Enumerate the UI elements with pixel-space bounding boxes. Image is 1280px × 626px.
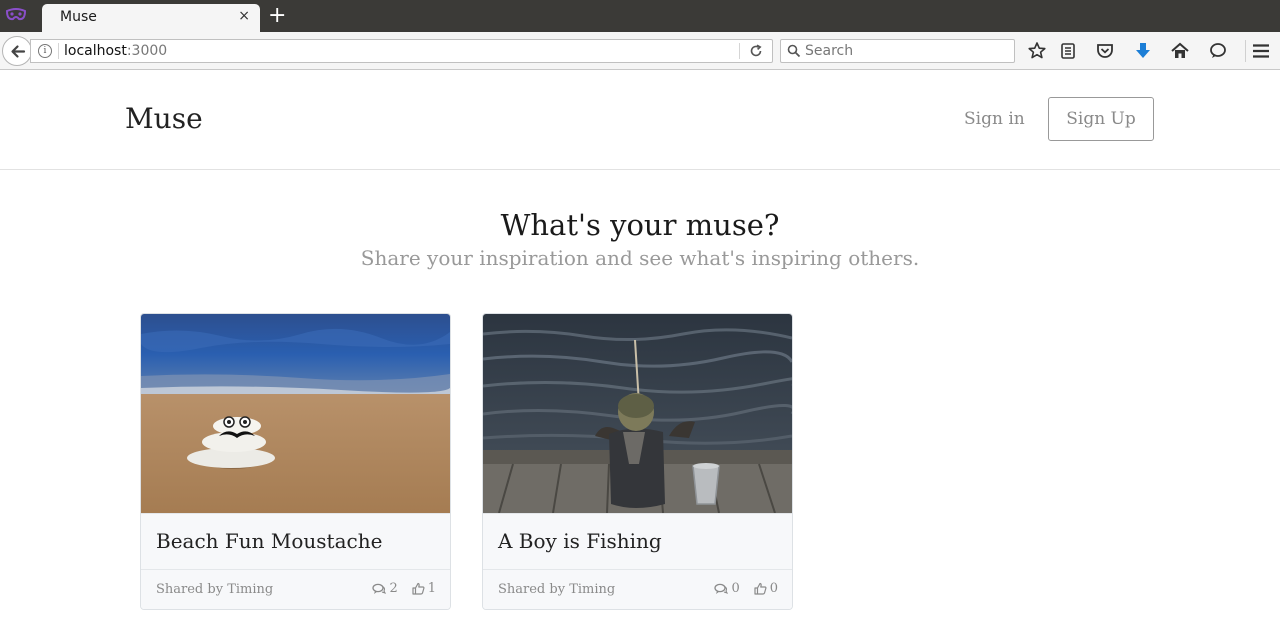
hero-subtitle: Share your inspiration and see what's in… bbox=[360, 246, 920, 270]
address-bar[interactable]: i localhost:3000 bbox=[30, 39, 773, 63]
download-icon[interactable] bbox=[1133, 41, 1153, 61]
url-text[interactable]: localhost:3000 bbox=[64, 43, 167, 59]
back-arrow-icon bbox=[11, 45, 26, 58]
card-author: Shared by Timing bbox=[156, 582, 274, 597]
comments-icon[interactable] bbox=[372, 583, 387, 595]
card-author: Shared by Timing bbox=[498, 582, 616, 597]
card-title[interactable]: Beach Fun Moustache bbox=[156, 529, 382, 553]
hero-title: What's your muse? bbox=[500, 208, 780, 242]
brand-logo[interactable]: Muse bbox=[125, 102, 203, 135]
search-placeholder: Search bbox=[805, 43, 854, 59]
comments-icon[interactable] bbox=[714, 583, 729, 595]
url-divider bbox=[58, 43, 59, 59]
site-header: Muse Sign in Sign Up bbox=[0, 71, 1280, 170]
bookmark-star-icon[interactable] bbox=[1027, 41, 1047, 61]
url-divider bbox=[739, 43, 740, 59]
tab-title: Muse bbox=[60, 9, 97, 25]
sign-up-button[interactable]: Sign Up bbox=[1048, 97, 1154, 141]
search-icon bbox=[787, 44, 801, 58]
mask-extension-icon[interactable] bbox=[6, 8, 26, 22]
like-count: 0 bbox=[769, 581, 778, 596]
card-title-band: Beach Fun Moustache bbox=[141, 513, 450, 569]
card-title-band: A Boy is Fishing bbox=[483, 513, 792, 569]
reading-list-icon[interactable] bbox=[1058, 41, 1078, 61]
new-tab-button[interactable]: + bbox=[268, 3, 286, 29]
back-button[interactable] bbox=[2, 36, 32, 66]
like-count: 1 bbox=[427, 581, 436, 596]
card-stats: 2 1 bbox=[372, 581, 436, 596]
pocket-icon[interactable] bbox=[1095, 41, 1115, 61]
tab-muse[interactable]: Muse × bbox=[42, 4, 260, 32]
card-title[interactable]: A Boy is Fishing bbox=[498, 529, 662, 553]
chat-bubble-icon[interactable] bbox=[1208, 41, 1228, 61]
comment-count: 2 bbox=[389, 581, 398, 596]
sign-in-link[interactable]: Sign in bbox=[964, 109, 1025, 129]
comment-count: 0 bbox=[731, 581, 740, 596]
browser-navbar: i localhost:3000 Search bbox=[0, 32, 1280, 70]
post-image-beach-stones[interactable] bbox=[141, 314, 450, 513]
card-stats: 0 0 bbox=[714, 581, 778, 596]
post-card[interactable]: Beach Fun Moustache Shared by Timing 2 1 bbox=[140, 313, 451, 610]
site-info-icon[interactable]: i bbox=[38, 44, 52, 58]
toolbar-divider bbox=[1245, 40, 1246, 62]
card-footer: Shared by Timing 2 1 bbox=[141, 569, 450, 609]
home-icon[interactable] bbox=[1170, 41, 1190, 61]
reload-icon[interactable] bbox=[749, 44, 763, 58]
browser-tabbar: Muse × + bbox=[0, 0, 1280, 32]
post-card[interactable]: A Boy is Fishing Shared by Timing 0 0 bbox=[482, 313, 793, 610]
tab-close-icon[interactable]: × bbox=[238, 8, 250, 24]
menu-icon[interactable] bbox=[1251, 41, 1271, 61]
post-image-boy-fishing[interactable] bbox=[483, 314, 792, 513]
thumbs-up-icon[interactable] bbox=[412, 582, 425, 595]
search-bar[interactable]: Search bbox=[780, 39, 1015, 63]
thumbs-up-icon[interactable] bbox=[754, 582, 767, 595]
card-footer: Shared by Timing 0 0 bbox=[483, 569, 792, 609]
